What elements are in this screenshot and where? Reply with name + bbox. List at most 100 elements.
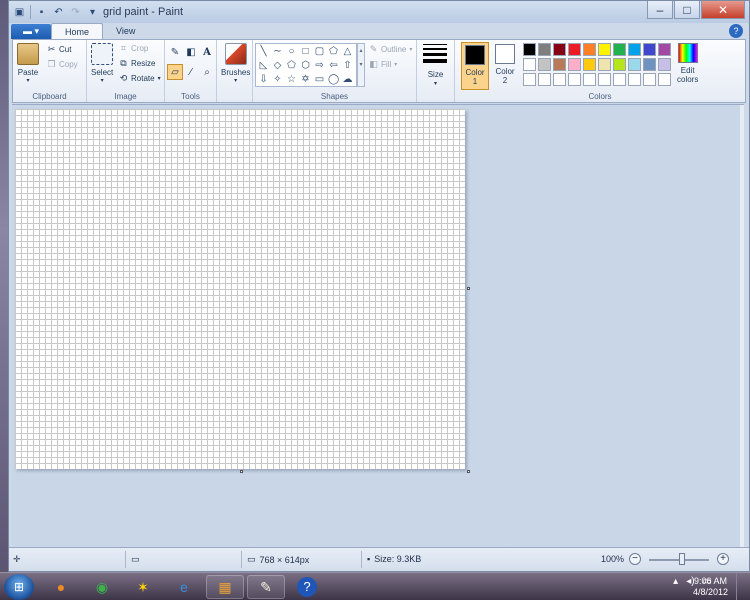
paint-app-icon[interactable]: ▣ — [13, 6, 26, 19]
rotate-button[interactable]: ⟲ Rotate ▾ — [119, 74, 161, 84]
palette-swatch[interactable] — [568, 73, 581, 86]
palette-swatch[interactable] — [628, 73, 641, 86]
diamond-shape-icon[interactable]: ◇ — [272, 60, 283, 71]
palette-swatch[interactable] — [628, 43, 641, 56]
palette-swatch[interactable] — [553, 73, 566, 86]
text-tool-icon[interactable]: A — [199, 44, 215, 60]
six-point-star-shape-icon[interactable]: ✡ — [300, 74, 311, 85]
start-button[interactable]: ⊞ — [4, 574, 34, 600]
palette-swatch[interactable] — [553, 58, 566, 71]
canvas-workspace[interactable] — [12, 104, 744, 547]
palette-swatch[interactable] — [538, 43, 551, 56]
pentagon-shape-icon[interactable]: ⬠ — [286, 60, 297, 71]
shapes-gallery-scroll[interactable]: ▴ ▾ — [357, 43, 365, 87]
palette-swatch[interactable] — [538, 58, 551, 71]
chrome-icon[interactable]: ◉ — [83, 575, 121, 599]
left-arrow-shape-icon[interactable]: ⇦ — [328, 60, 339, 71]
four-point-star-shape-icon[interactable]: ✧ — [272, 74, 283, 85]
palette-swatch[interactable] — [568, 58, 581, 71]
select-button[interactable]: Select ▾ — [91, 43, 113, 84]
palette-swatch[interactable] — [658, 73, 671, 86]
crop-button[interactable]: ⌗ Crop — [119, 44, 148, 54]
palette-swatch[interactable] — [583, 58, 596, 71]
paint-icon[interactable]: ✎ — [247, 575, 285, 599]
palette-swatch[interactable] — [583, 73, 596, 86]
palette-swatch[interactable] — [628, 58, 641, 71]
magnifier-icon[interactable]: ⌕ — [199, 64, 215, 80]
size-label[interactable]: Size — [417, 70, 454, 79]
clock[interactable]: 9:06 AM 4/8/2012 — [693, 576, 728, 598]
resize-button[interactable]: ⧉ Resize — [119, 59, 155, 69]
up-arrow-shape-icon[interactable]: ⇧ — [342, 60, 353, 71]
minimize-button[interactable]: – — [647, 1, 673, 19]
palette-swatch[interactable] — [643, 43, 656, 56]
curve-shape-icon[interactable]: ∼ — [272, 46, 283, 57]
show-hidden-icons-icon[interactable]: ▴ — [673, 576, 678, 587]
zoom-slider-thumb[interactable] — [679, 553, 685, 565]
cut-button[interactable]: ✂ Cut — [47, 45, 72, 55]
show-desktop-button[interactable] — [736, 573, 750, 600]
help-button[interactable]: ? — [729, 24, 743, 38]
callout-oval-shape-icon[interactable]: ◯ — [328, 74, 339, 85]
palette-swatch[interactable] — [598, 73, 611, 86]
palette-swatch[interactable] — [598, 43, 611, 56]
callout-rect-shape-icon[interactable]: ▭ — [314, 74, 325, 85]
triangle-shape-icon[interactable]: △ — [342, 46, 353, 57]
resize-handle-bottom[interactable] — [240, 470, 243, 473]
palette-swatch[interactable] — [568, 43, 581, 56]
zoom-in-button[interactable]: + — [717, 553, 729, 565]
line-shape-icon[interactable]: ╲ — [258, 46, 269, 57]
hexagon-shape-icon[interactable]: ⬡ — [300, 60, 311, 71]
undo-icon[interactable]: ↶ — [52, 6, 65, 19]
palette-swatch[interactable] — [643, 58, 656, 71]
workspace-scrollbar[interactable] — [740, 105, 744, 547]
resize-handle-corner[interactable] — [467, 470, 470, 473]
edit-colors-button[interactable]: Edit colors — [677, 43, 698, 84]
paint-menu-button[interactable]: ▬ ▾ — [11, 24, 51, 39]
palette-swatch[interactable] — [523, 73, 536, 86]
palette-swatch[interactable] — [583, 43, 596, 56]
palette-swatch[interactable] — [613, 43, 626, 56]
maximize-button[interactable]: □ — [674, 1, 700, 19]
copy-button[interactable]: ❐ Copy — [47, 60, 77, 70]
right-triangle-shape-icon[interactable]: ◺ — [258, 60, 269, 71]
color-picker-icon[interactable]: ⁄ — [183, 64, 199, 80]
palette-swatch[interactable] — [658, 43, 671, 56]
rounded-rectangle-shape-icon[interactable]: ▢ — [314, 46, 325, 57]
palette-swatch[interactable] — [658, 58, 671, 71]
fill-button[interactable]: ◧ Fill ▾ — [369, 60, 397, 70]
tab-view[interactable]: View — [103, 23, 148, 39]
fill-bucket-icon[interactable]: ◧ — [183, 44, 199, 60]
pencil-icon[interactable]: ✎ — [167, 44, 183, 60]
outline-button[interactable]: ✎ Outline ▾ — [369, 45, 413, 55]
palette-swatch[interactable] — [523, 58, 536, 71]
brushes-button[interactable]: Brushes ▾ — [221, 43, 250, 84]
rectangle-shape-icon[interactable]: □ — [300, 46, 311, 57]
polygon-shape-icon[interactable]: ⬠ — [328, 46, 339, 57]
right-arrow-shape-icon[interactable]: ⇨ — [314, 60, 325, 71]
ie-icon[interactable]: e — [165, 575, 203, 599]
drawing-canvas[interactable] — [15, 109, 465, 469]
palette-swatch[interactable] — [643, 73, 656, 86]
help-icon[interactable]: ? — [288, 575, 326, 599]
palette-swatch[interactable] — [553, 43, 566, 56]
palette-swatch[interactable] — [538, 73, 551, 86]
save-icon[interactable]: ▪ — [35, 6, 48, 19]
aim-icon[interactable]: ✶ — [124, 575, 162, 599]
tab-home[interactable]: Home — [51, 23, 104, 39]
color1-button[interactable]: Color 1 — [461, 42, 489, 90]
resize-handle-right[interactable] — [467, 287, 470, 290]
five-point-star-shape-icon[interactable]: ☆ — [286, 74, 297, 85]
palette-swatch[interactable] — [613, 73, 626, 86]
palette-swatch[interactable] — [598, 58, 611, 71]
color2-button[interactable]: Color 2 — [491, 42, 519, 90]
paste-button[interactable]: Paste ▾ — [17, 43, 39, 84]
oval-shape-icon[interactable]: ○ — [286, 46, 297, 57]
down-arrow-shape-icon[interactable]: ⇩ — [258, 74, 269, 85]
qat-dropdown-icon[interactable]: ▾ — [86, 6, 99, 19]
eraser-icon[interactable]: ▱ — [167, 64, 183, 80]
size-lines-icon[interactable] — [423, 44, 447, 66]
palette-swatch[interactable] — [523, 43, 536, 56]
firefox-icon[interactable]: ● — [42, 575, 80, 599]
zoom-out-button[interactable]: − — [629, 553, 641, 565]
